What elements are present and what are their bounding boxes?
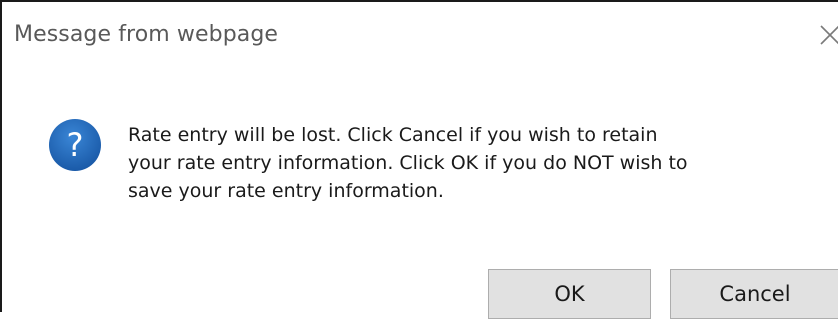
- message-line: save your rate entry information.: [128, 180, 444, 202]
- question-icon: ?: [49, 119, 101, 171]
- message-line: Rate entry will be lost. Click Cancel if…: [128, 124, 658, 146]
- dialog-message: Rate entry will be lost. Click Cancel if…: [128, 121, 808, 205]
- svg-text:?: ?: [67, 126, 84, 164]
- message-dialog: Message from webpage ? Rate entry will b…: [0, 0, 838, 319]
- close-icon[interactable]: [815, 20, 838, 50]
- dialog-title: Message from webpage: [14, 22, 279, 47]
- message-line: your rate entry information. Click OK if…: [128, 152, 688, 174]
